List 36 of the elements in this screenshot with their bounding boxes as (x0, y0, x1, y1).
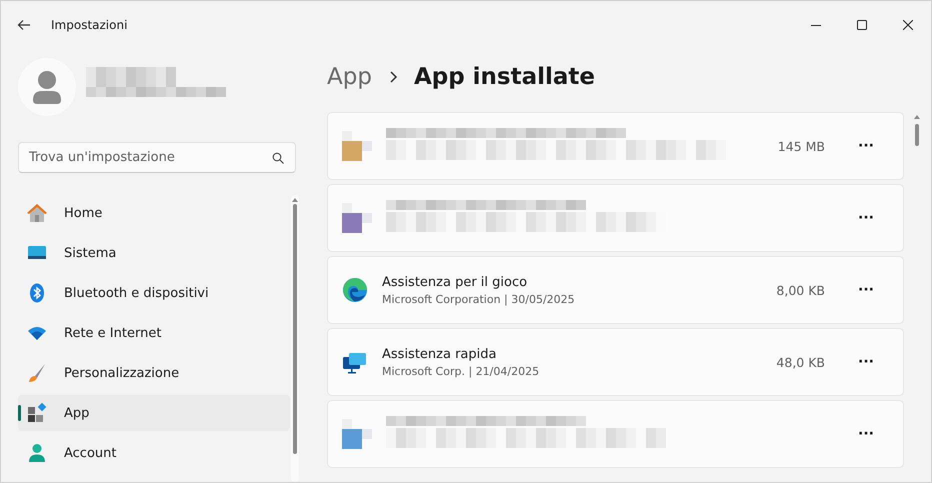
apps-icon (26, 402, 48, 424)
scroll-up-icon (291, 197, 299, 202)
app-size: 145 MB (778, 138, 825, 154)
more-options-button[interactable]: ··· (851, 420, 881, 448)
more-options-button[interactable]: ··· (851, 204, 881, 232)
app-size: 8,00 KB (776, 282, 825, 298)
back-arrow-icon (17, 19, 31, 31)
page-title: App installate (414, 64, 596, 90)
more-options-button[interactable]: ··· (851, 348, 881, 376)
more-options-button[interactable]: ··· (851, 276, 881, 304)
app-size: 48,0 KB (776, 354, 825, 370)
app-publisher-date: Microsoft Corporation | 30/05/2025 (382, 292, 576, 306)
window-title: Impostazioni (51, 18, 128, 32)
search-field[interactable]: Trova un'impostazione (18, 142, 296, 173)
person-icon (26, 442, 48, 464)
app-name: Assistenza rapida (382, 346, 498, 362)
search-icon (272, 152, 284, 164)
chevron-right-icon (388, 70, 398, 84)
nav-item[interactable]: Account (18, 435, 290, 471)
nav-item[interactable]: Home (18, 195, 290, 231)
nav-item[interactable]: Personalizzazione (18, 355, 290, 391)
maximize-icon (857, 20, 867, 30)
nav-item[interactable]: Bluetooth e dispositivi (18, 275, 290, 311)
nav-item[interactable]: App (18, 395, 290, 431)
nav-item[interactable]: Sistema (18, 235, 290, 271)
more-options-button[interactable]: ··· (851, 132, 881, 160)
person-silhouette-icon (32, 70, 62, 104)
nav-item[interactable]: Rete e Internet (18, 315, 290, 351)
home-icon (26, 202, 48, 224)
breadcrumb-link[interactable]: App (327, 64, 372, 90)
app-publisher-date: Microsoft Corp. | 21/04/2025 (382, 364, 540, 378)
scroll-up-icon (913, 114, 921, 119)
close-icon (903, 20, 913, 30)
scrollbar[interactable] (291, 195, 299, 482)
swirl-icon (342, 277, 368, 303)
app-name: Assistenza per il gioco (382, 274, 528, 290)
